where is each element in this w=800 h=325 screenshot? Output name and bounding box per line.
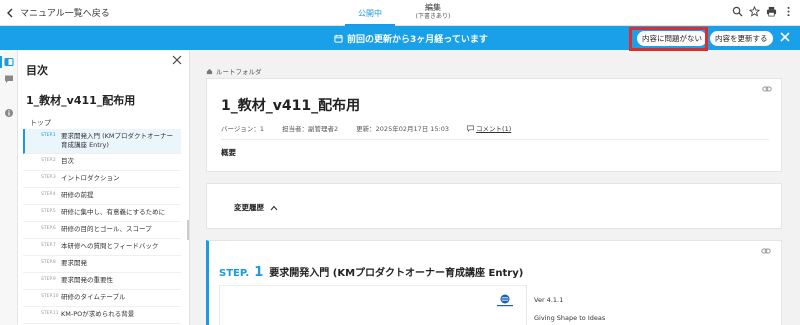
toc-step-label: STEP.10: [41, 294, 59, 299]
breadcrumb-root: ルートフォルダ: [216, 68, 262, 76]
owner-text: 担当者：副管理者2: [282, 125, 339, 133]
step-number: 1: [254, 265, 264, 280]
tab-edit[interactable]: 編集 (下書きあり): [413, 0, 453, 26]
toc-top-link[interactable]: トップ: [30, 118, 51, 128]
step-label: STEP. 1: [219, 261, 263, 280]
notice-message: 前回の更新から3ヶ月経っています: [334, 32, 488, 45]
document-meta: バージョン：1 担当者：副管理者2 更新：2025年02月17日 15:03 コ…: [221, 123, 769, 140]
toc-item[interactable]: STEP.1 要求開発入門 (KMプロダクトオーナー育成講座 Entry): [23, 129, 181, 154]
toc-list: STEP.1 要求開発入門 (KMプロダクトオーナー育成講座 Entry) STEP…: [23, 129, 181, 324]
slide-preview: [219, 285, 527, 325]
highlight-box: [629, 27, 708, 51]
change-history-label: 変更履歴: [234, 203, 264, 212]
tab-public[interactable]: 公開中: [345, 0, 395, 26]
slide-text: Ver 4.1.1 Giving Shape to Ideas: [534, 291, 605, 325]
toc-item-label: 研修の目的とゴール、スコープ: [61, 225, 152, 233]
top-icons: [732, 6, 794, 17]
document-header-card: 1_教材_v411_配布用 バージョン：1 担当者：副管理者2 更新：2025年…: [206, 78, 782, 172]
toc-item-label: 要求開発の重要性: [61, 276, 113, 284]
toc-panel-icon[interactable]: [4, 57, 14, 67]
toc-item[interactable]: STEP.6 研修の目的とゴール、スコープ: [23, 222, 181, 239]
toc-step-label: STEP.5: [41, 209, 56, 214]
overview-heading: 概要: [221, 148, 236, 157]
toc-step-label: STEP.11: [41, 311, 59, 316]
toc-step-label: STEP.3: [41, 175, 56, 180]
change-history-card: 変更履歴: [206, 183, 782, 229]
toc-step-label: STEP.6: [41, 226, 56, 231]
star-icon[interactable]: [749, 6, 760, 17]
toc-step-label: STEP.1: [41, 133, 56, 138]
link-icon[interactable]: [762, 84, 772, 94]
toc-item-label: 研修の前提: [61, 191, 94, 199]
chevron-left-icon: [7, 8, 13, 17]
toc-item-label: 研修に集中し、有意義にするために: [61, 208, 166, 216]
tab-edit-label: 編集: [425, 3, 441, 12]
comment-icon[interactable]: [4, 74, 14, 84]
company-logo: [497, 294, 513, 307]
toc-step-label: STEP.9: [41, 277, 56, 282]
toc-item-label: 要求開発入門 (KMプロダクトオーナー育成講座 Entry): [61, 132, 173, 149]
toc-title: 目次: [26, 64, 48, 77]
toc-item[interactable]: STEP.8 要求開発: [23, 256, 181, 273]
left-icon-rail: [0, 50, 18, 325]
toc-item[interactable]: STEP.4 研修の前提: [23, 188, 181, 205]
toc-item[interactable]: STEP.11 KM-POが求められる背景: [23, 307, 181, 324]
toc-item[interactable]: STEP.5 研修に集中し、有意義にするために: [23, 205, 181, 222]
step-card: STEP. 1 要求開発入門 (KMプロダクトオーナー育成講座 Entry) V…: [206, 240, 782, 325]
toc-step-label: STEP.2: [41, 158, 56, 163]
table-of-contents-panel: 目次 1_教材_v411_配布用 トップ STEP.1 要求開発入門 (KMプロダ…: [18, 50, 190, 325]
toc-item[interactable]: STEP.7 本研修への質問とフィードバック: [23, 239, 181, 256]
toc-item[interactable]: STEP.10 研修のタイムテーブル: [23, 290, 181, 307]
toc-item[interactable]: STEP.3 イントロダクション: [23, 171, 181, 188]
toc-step-label: STEP.7: [41, 243, 56, 248]
more-vertical-icon[interactable]: [783, 6, 794, 17]
print-icon[interactable]: [766, 6, 777, 17]
toc-item-label: 要求開発: [61, 259, 87, 267]
comment-icon: [467, 125, 474, 132]
top-bar: マニュアル一覧へ戻る 公開中 編集 (下書きあり): [0, 0, 800, 26]
calendar-icon: [334, 34, 343, 43]
link-icon[interactable]: [761, 246, 771, 256]
search-icon[interactable]: [732, 6, 743, 17]
close-icon[interactable]: [778, 30, 792, 44]
update-content-button[interactable]: 内容を更新する: [710, 31, 773, 46]
toc-item[interactable]: STEP.2 目次: [23, 154, 181, 171]
step-prefix: STEP.: [219, 268, 250, 279]
toc-item-label: KM-POが求められる背景: [61, 310, 135, 318]
toc-step-label: STEP.8: [41, 260, 56, 265]
back-label: マニュアル一覧へ戻る: [20, 9, 110, 19]
back-to-manual-list-link[interactable]: マニュアル一覧へ戻る: [6, 6, 110, 19]
toc-item-label: 目次: [61, 157, 74, 165]
version-text: バージョン：1: [221, 125, 265, 133]
rail-active-indicator: [0, 56, 2, 68]
comment-label: コメント(1): [476, 125, 512, 133]
updated-text: 更新：2025年02月17日 15:03: [356, 125, 450, 133]
info-icon[interactable]: [4, 108, 14, 118]
step-heading: STEP. 1 要求開発入門 (KMプロダクトオーナー育成講座 Entry): [219, 261, 523, 280]
breadcrumb[interactable]: ルートフォルダ: [206, 66, 262, 76]
toc-item-label: イントロダクション: [61, 174, 120, 182]
home-icon: [206, 68, 213, 74]
chevron-up-icon: [270, 205, 278, 210]
comment-link[interactable]: コメント(1): [467, 123, 511, 133]
tab-edit-sub: (下書きあり): [415, 13, 451, 20]
slide-version: Ver 4.1.1: [534, 296, 564, 304]
close-icon[interactable]: [172, 55, 182, 65]
toc-item-label: 本研修への質問とフィードバック: [61, 242, 159, 250]
main-content: ルートフォルダ 1_教材_v411_配布用 バージョン：1 担当者：副管理者2 …: [190, 50, 800, 325]
toc-document-title: 1_教材_v411_配布用: [26, 94, 136, 107]
toc-item-label: 研修のタイムテーブル: [61, 293, 126, 301]
toc-item[interactable]: STEP.9 要求開発の重要性: [23, 273, 181, 290]
toc-step-label: STEP.4: [41, 192, 56, 197]
page-title: 1_教材_v411_配布用: [221, 98, 361, 114]
notice-text: 前回の更新から3ヶ月経っています: [347, 35, 488, 45]
slide-tagline: Giving Shape to Ideas: [534, 314, 606, 322]
change-history-toggle[interactable]: 変更履歴: [234, 202, 278, 213]
toc-scrollbar[interactable]: [187, 220, 189, 240]
step-title: 要求開発入門 (KMプロダクトオーナー育成講座 Entry): [269, 268, 524, 279]
